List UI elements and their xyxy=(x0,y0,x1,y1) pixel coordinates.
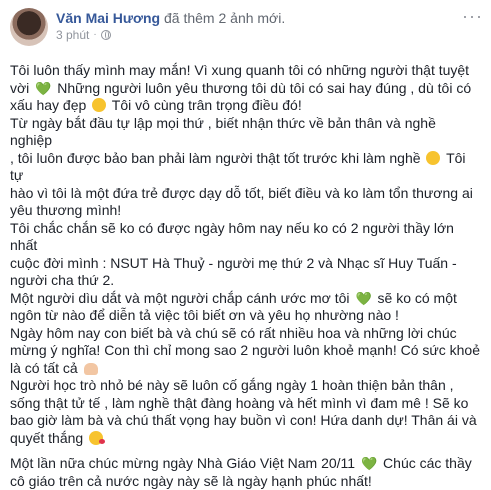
post-text: Từ ngày bắt đầu tự lập mọi thứ , biết nh… xyxy=(10,114,436,149)
post-time-row: 3 phút · xyxy=(56,27,285,43)
post-text: người cha thứ 2. xyxy=(10,272,115,288)
post-text: sống thật tử tế , làm nghề thật đàng hoà… xyxy=(10,394,469,411)
green-heart-icon: 💚 xyxy=(360,456,378,471)
post-text: cô giáo trên cả nước ngày này sẽ là ngày… xyxy=(10,472,372,489)
post-paragraph: Tôi luôn thấy mình may mắn! Vì xung quan… xyxy=(10,62,481,447)
post-text: quyết thắng xyxy=(10,429,88,446)
post-text: Người học trò nhỏ bé này sẽ luôn cố gắng… xyxy=(10,377,454,393)
post-meta: Văn Mai Hương đã thêm 2 ảnh mới. 3 phút … xyxy=(56,8,285,43)
post-text: Những người luôn yêu thương tôi dù tôi c… xyxy=(53,79,472,96)
post-text: yêu thương mình! xyxy=(10,202,122,218)
post-text: hào vì tôi là một đứa trẻ được dạy dỗ tố… xyxy=(10,184,473,201)
globe-icon xyxy=(100,30,111,40)
green-heart-icon: 💚 xyxy=(35,80,52,96)
post-headline: Văn Mai Hương đã thêm 2 ảnh mới. xyxy=(56,10,285,27)
green-heart-icon: 💚 xyxy=(355,290,372,306)
post-text: Tôi luôn thấy mình may mắn! Vì xung quan… xyxy=(10,62,470,78)
post-text: cuộc đời mình : NSUT Hà Thuỷ - người mẹ … xyxy=(10,254,457,271)
post-time[interactable]: 3 phút xyxy=(56,27,89,43)
post-text: mừng ý nghĩa! Con thì chỉ mong sao 2 ngư… xyxy=(10,342,480,358)
post-text: , tôi luôn được bảo ban phải làm người t… xyxy=(10,149,425,166)
post-text: Tôi vô cùng trân trọng điều đó! xyxy=(108,97,302,113)
post-text: là có tất cả xyxy=(10,359,82,376)
facebook-post: Văn Mai Hương đã thêm 2 ảnh mới. 3 phút … xyxy=(0,0,491,489)
post-header: Văn Mai Hương đã thêm 2 ảnh mới. 3 phút … xyxy=(10,6,483,48)
post-text: Một người dìu dắt và một người chắp cánh… xyxy=(10,289,354,306)
post-text: Ngày hôm nay con biết bà và chú sẽ có rấ… xyxy=(10,324,457,341)
post-text: sẽ ko có một xyxy=(373,289,457,306)
post-text: bao giờ làm bà và chú thất vọng hay buồn… xyxy=(10,412,477,428)
shy-face-icon xyxy=(92,98,107,112)
post-content: Tôi luôn thấy mình may mắn! Vì xung quan… xyxy=(10,62,481,490)
post-text: Tôi chắc chắn sẽ ko có được ngày hôm nay… xyxy=(10,219,454,254)
more-options-icon[interactable]: ··· xyxy=(462,6,483,27)
post-text: ngôn từ nào để diễn tả việc tôi biết ơn … xyxy=(10,307,399,323)
post-action: đã thêm 2 ảnh mới. xyxy=(164,10,286,26)
kiss-face-icon xyxy=(89,430,106,445)
flexed-arm-icon xyxy=(83,362,98,375)
author-avatar[interactable] xyxy=(10,8,48,46)
post-text: Chúc các thầy xyxy=(379,455,472,471)
author-name[interactable]: Văn Mai Hương xyxy=(56,10,160,26)
post-text: Một lần nữa chúc mừng ngày Nhà Giáo Việt… xyxy=(10,455,359,471)
post-paragraph: Một lần nữa chúc mừng ngày Nhà Giáo Việt… xyxy=(10,455,481,490)
post-text: xấu hay đẹp xyxy=(10,97,91,113)
smile-face-icon xyxy=(426,150,441,165)
separator-dot: · xyxy=(93,29,97,40)
post-text: vời xyxy=(10,79,34,96)
